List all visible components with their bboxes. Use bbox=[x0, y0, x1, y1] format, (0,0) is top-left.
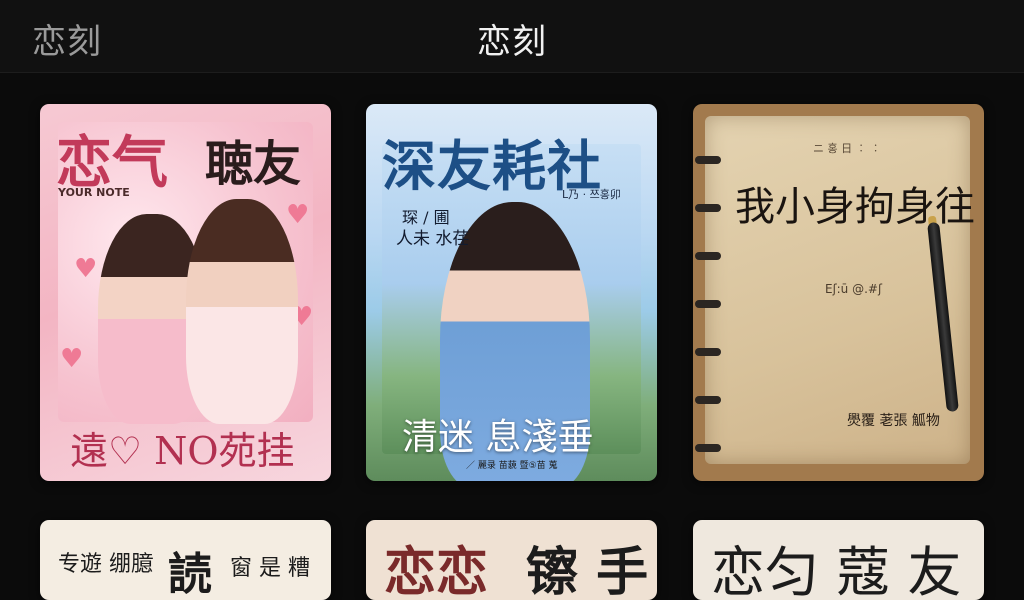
card-tag: L乃 · 쯔홍卯 bbox=[562, 188, 621, 201]
template-card-4[interactable]: 专遊 绷臆 読 窗 是 糟 bbox=[40, 520, 331, 600]
card-side-text: 人未 水荏 bbox=[396, 229, 470, 249]
card-subtitle: YOUR NOTE bbox=[58, 186, 130, 199]
binder-ring bbox=[695, 156, 721, 164]
page-title: 恋刻 bbox=[477, 22, 547, 62]
heart-icon: ♥ bbox=[60, 344, 84, 374]
card-title: 聴友 bbox=[205, 136, 302, 192]
top-bar: 恋刻 恋刻 bbox=[0, 0, 1024, 73]
card-title-accent: 恋恋 bbox=[384, 542, 489, 600]
card-title: 恋匀 蔻 友 bbox=[711, 541, 962, 600]
card-title: 镲 手 bbox=[526, 542, 649, 600]
binder-ring bbox=[695, 300, 721, 308]
card-scribble: Eʃ:ū @.#ʃ bbox=[825, 282, 882, 296]
binder-ring bbox=[695, 204, 721, 212]
template-card-3[interactable]: ニ 홍 日 ︰ ︰ 我小身拘身往 Eʃ:ū @.#ʃ 爂覆 荖張 觚物 bbox=[693, 104, 984, 481]
card-bottom-text: 遠♡ NO苑挂 bbox=[70, 429, 295, 473]
card-top-text: ニ 홍 日 ︰ ︰ bbox=[813, 142, 882, 155]
binder-ring bbox=[695, 348, 721, 356]
card-title-large: 読 bbox=[168, 549, 212, 600]
card-title: 我小身拘身往 bbox=[735, 184, 975, 230]
girl-figure-right bbox=[186, 199, 298, 424]
template-card-5[interactable]: 恋恋 镲 手 bbox=[366, 520, 657, 600]
template-card-2[interactable]: 深友耗社 L乃 · 쯔홍卯 琛 / 圃 人未 水荏 清迷 息淺垂 ／ 麗录 苗藐… bbox=[366, 104, 657, 481]
card-subtitle: 窗 是 糟 bbox=[230, 556, 310, 581]
template-card-1[interactable]: ♥ ♥ ♥ ♥ 恋气 聴友 YOUR NOTE 遠♡ NO苑挂 bbox=[40, 104, 331, 481]
card-bottom-text: 爂覆 荖張 觚物 bbox=[847, 413, 940, 429]
heart-icon: ♥ bbox=[74, 254, 98, 284]
card-caption: ／ 麗录 苗藐 暨⑤苗 蒐 bbox=[466, 461, 558, 471]
card-bottom-text: 清迷 息淺垂 bbox=[402, 417, 594, 458]
card-title: 专遊 绷臆 bbox=[58, 552, 153, 577]
binder-ring bbox=[695, 396, 721, 404]
binder-ring bbox=[695, 444, 721, 452]
binder-ring bbox=[695, 252, 721, 260]
template-card-6[interactable]: 恋匀 蔻 友 bbox=[693, 520, 984, 600]
heart-icon: ♥ bbox=[286, 200, 310, 230]
